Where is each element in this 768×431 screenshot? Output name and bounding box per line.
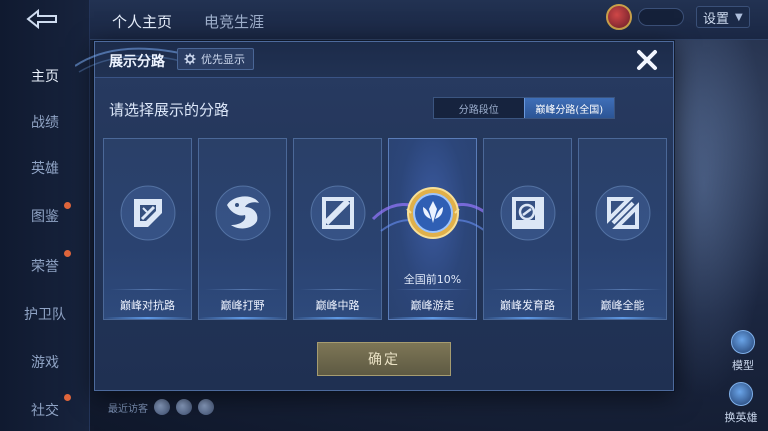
card-divider	[110, 289, 187, 290]
clash-lane-icon	[120, 185, 176, 241]
lane-card-roam[interactable]: 全国前10% 巅峰游走	[371, 138, 495, 320]
roam-support-emblem-icon	[406, 187, 460, 239]
visitor-avatar	[198, 399, 214, 415]
priority-display-label: 优先显示	[201, 53, 245, 66]
card-divider	[205, 289, 282, 290]
jungle-dragon-icon	[215, 185, 271, 241]
visitor-avatar	[176, 399, 192, 415]
card-divider	[585, 289, 662, 290]
lane-card-label: 巅峰全能	[600, 299, 645, 312]
lane-card-farm[interactable]: 巅峰发育路	[483, 138, 572, 320]
notification-dot	[64, 394, 71, 401]
tab-esports-career[interactable]: 电竞生涯	[204, 11, 264, 32]
toggle-option-peak-lane-national[interactable]: 巅峰分路(全国)	[523, 98, 614, 118]
model-icon	[731, 330, 755, 354]
lane-card-clash[interactable]: 巅峰对抗路	[103, 138, 192, 320]
sidebar-item-guard-team[interactable]: 护卫队	[0, 304, 90, 324]
settings-button[interactable]: 设置 ▼	[696, 6, 750, 28]
confirm-button[interactable]: 确定	[317, 342, 451, 376]
recent-visitors[interactable]: 最近访客	[108, 399, 214, 415]
dialog-title: 展示分路	[109, 54, 165, 70]
lane-card-label: 巅峰中路	[315, 299, 360, 312]
sidebar-item-home[interactable]: 主页	[0, 66, 90, 86]
mid-lane-icon	[310, 185, 366, 241]
status-pill	[638, 8, 684, 26]
lane-card-label: 巅峰打野	[220, 299, 265, 312]
avatar[interactable]	[606, 4, 632, 30]
lane-card-label: 巅峰对抗路	[120, 299, 175, 312]
visitor-avatar	[154, 399, 170, 415]
lane-card-all-round[interactable]: 巅峰全能	[578, 138, 667, 320]
model-button[interactable]: 模型	[720, 330, 766, 373]
sidebar: 主页 战绩 英雄 图鉴 荣誉 护卫队 游戏 社交	[0, 0, 90, 431]
lane-card-jungle[interactable]: 巅峰打野	[198, 138, 287, 320]
change-hero-button[interactable]: 换英雄	[718, 382, 764, 425]
sidebar-item-heroes[interactable]: 英雄	[0, 158, 90, 178]
close-icon	[637, 50, 657, 70]
tab-personal-home[interactable]: 个人主页	[112, 11, 172, 32]
back-arrow-icon	[26, 8, 57, 30]
notification-dot	[64, 202, 71, 209]
card-divider	[490, 289, 567, 290]
all-round-icon	[595, 185, 651, 241]
model-label: 模型	[732, 359, 754, 372]
sidebar-item-games[interactable]: 游戏	[0, 352, 90, 372]
lane-card-label: 巅峰发育路	[500, 299, 555, 312]
card-divider	[300, 289, 377, 290]
dialog-header: 展示分路 优先显示	[75, 42, 673, 78]
settings-label: 设置	[703, 11, 730, 27]
toggle-option-lane-rank[interactable]: 分路段位	[434, 98, 524, 118]
selection-prompt: 请选择展示的分路	[109, 101, 230, 119]
display-lane-dialog: 展示分路 优先显示 请选择展示的分路 分路段位 巅峰分路(全国) 巅峰对抗路 巅…	[75, 41, 674, 391]
lane-source-toggle: 分路段位 巅峰分路(全国)	[433, 97, 615, 119]
gear-icon	[184, 53, 196, 65]
close-button[interactable]	[633, 46, 661, 74]
sidebar-item-codex[interactable]: 图鉴	[0, 206, 90, 226]
lane-card-mid[interactable]: 巅峰中路	[293, 138, 382, 320]
notification-dot	[64, 250, 71, 257]
sidebar-item-record[interactable]: 战绩	[0, 112, 90, 132]
rank-percentile: 全国前10%	[403, 273, 462, 286]
lane-card-list: 巅峰对抗路 巅峰打野 巅峰中路 全国前10% 巅峰游走 巅峰发育路 巅峰全能	[103, 138, 667, 320]
chevron-down-icon: ▼	[735, 11, 743, 23]
farm-lane-icon	[500, 185, 556, 241]
back-button[interactable]	[22, 8, 62, 30]
sidebar-item-social[interactable]: 社交	[0, 400, 90, 420]
sidebar-item-honor[interactable]: 荣誉	[0, 256, 90, 276]
lane-card-label: 巅峰游走	[410, 299, 455, 312]
card-divider	[395, 289, 472, 290]
recent-visitors-label: 最近访客	[108, 403, 148, 415]
priority-display-button[interactable]: 优先显示	[177, 48, 254, 70]
change-hero-label: 换英雄	[724, 411, 758, 424]
change-hero-icon	[729, 382, 753, 406]
